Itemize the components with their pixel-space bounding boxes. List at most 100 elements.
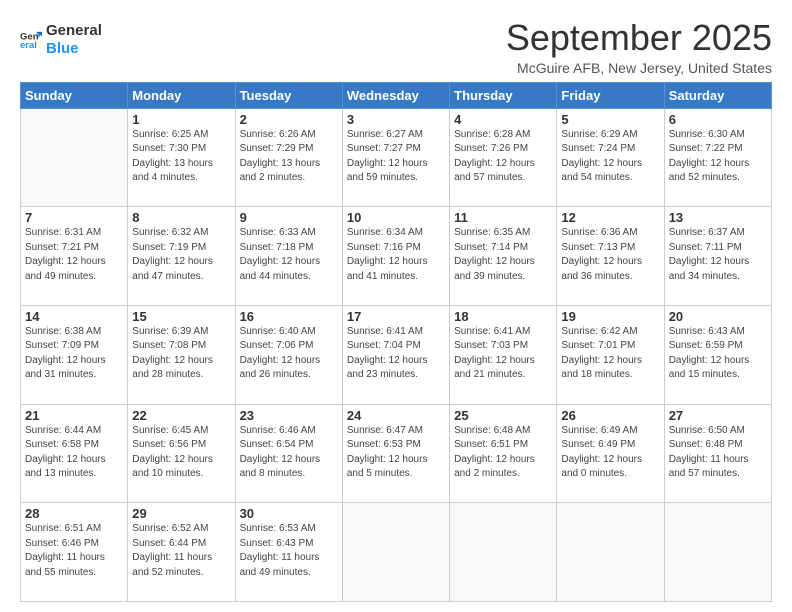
location: McGuire AFB, New Jersey, United States (506, 60, 772, 76)
table-row: 21Sunrise: 6:44 AMSunset: 6:58 PMDayligh… (21, 404, 128, 503)
table-row: 1Sunrise: 6:25 AMSunset: 7:30 PMDaylight… (128, 108, 235, 207)
day-info: Sunrise: 6:35 AMSunset: 7:14 PMDaylight:… (454, 226, 552, 284)
day-info: Sunrise: 6:46 AMSunset: 6:54 PMDaylight:… (240, 424, 338, 482)
table-row (557, 503, 664, 602)
day-info: Sunrise: 6:40 AMSunset: 7:06 PMDaylight:… (240, 325, 338, 383)
day-number: 1 (132, 112, 230, 127)
top-section: Gen eral General Blue September 2025 McG… (20, 18, 772, 76)
day-info: Sunrise: 6:32 AMSunset: 7:19 PMDaylight:… (132, 226, 230, 284)
day-number: 28 (25, 506, 123, 521)
day-number: 29 (132, 506, 230, 521)
table-row: 9Sunrise: 6:33 AMSunset: 7:18 PMDaylight… (235, 207, 342, 306)
day-info: Sunrise: 6:53 AMSunset: 6:43 PMDaylight:… (240, 522, 338, 580)
header-right: September 2025 McGuire AFB, New Jersey, … (506, 18, 772, 76)
table-row: 17Sunrise: 6:41 AMSunset: 7:04 PMDayligh… (342, 305, 449, 404)
day-number: 17 (347, 309, 445, 324)
day-number: 4 (454, 112, 552, 127)
col-tuesday: Tuesday (235, 82, 342, 108)
day-info: Sunrise: 6:47 AMSunset: 6:53 PMDaylight:… (347, 424, 445, 482)
month-title: September 2025 (506, 18, 772, 58)
day-number: 23 (240, 408, 338, 423)
col-thursday: Thursday (450, 82, 557, 108)
table-row: 6Sunrise: 6:30 AMSunset: 7:22 PMDaylight… (664, 108, 771, 207)
col-monday: Monday (128, 82, 235, 108)
table-row: 11Sunrise: 6:35 AMSunset: 7:14 PMDayligh… (450, 207, 557, 306)
day-info: Sunrise: 6:49 AMSunset: 6:49 PMDaylight:… (561, 424, 659, 482)
day-info: Sunrise: 6:28 AMSunset: 7:26 PMDaylight:… (454, 128, 552, 186)
table-row (21, 108, 128, 207)
table-row (342, 503, 449, 602)
day-info: Sunrise: 6:45 AMSunset: 6:56 PMDaylight:… (132, 424, 230, 482)
table-row: 29Sunrise: 6:52 AMSunset: 6:44 PMDayligh… (128, 503, 235, 602)
day-number: 21 (25, 408, 123, 423)
day-info: Sunrise: 6:33 AMSunset: 7:18 PMDaylight:… (240, 226, 338, 284)
day-number: 12 (561, 210, 659, 225)
day-info: Sunrise: 6:41 AMSunset: 7:04 PMDaylight:… (347, 325, 445, 383)
table-row: 2Sunrise: 6:26 AMSunset: 7:29 PMDaylight… (235, 108, 342, 207)
svg-text:eral: eral (20, 40, 37, 51)
table-row: 5Sunrise: 6:29 AMSunset: 7:24 PMDaylight… (557, 108, 664, 207)
day-number: 15 (132, 309, 230, 324)
day-number: 18 (454, 309, 552, 324)
day-info: Sunrise: 6:30 AMSunset: 7:22 PMDaylight:… (669, 128, 767, 186)
day-number: 16 (240, 309, 338, 324)
day-info: Sunrise: 6:26 AMSunset: 7:29 PMDaylight:… (240, 128, 338, 186)
table-row: 23Sunrise: 6:46 AMSunset: 6:54 PMDayligh… (235, 404, 342, 503)
table-row: 10Sunrise: 6:34 AMSunset: 7:16 PMDayligh… (342, 207, 449, 306)
day-number: 8 (132, 210, 230, 225)
table-row: 7Sunrise: 6:31 AMSunset: 7:21 PMDaylight… (21, 207, 128, 306)
table-row: 20Sunrise: 6:43 AMSunset: 6:59 PMDayligh… (664, 305, 771, 404)
table-row: 24Sunrise: 6:47 AMSunset: 6:53 PMDayligh… (342, 404, 449, 503)
day-number: 22 (132, 408, 230, 423)
day-info: Sunrise: 6:41 AMSunset: 7:03 PMDaylight:… (454, 325, 552, 383)
calendar-table: Sunday Monday Tuesday Wednesday Thursday… (20, 82, 772, 602)
day-number: 2 (240, 112, 338, 127)
table-row: 4Sunrise: 6:28 AMSunset: 7:26 PMDaylight… (450, 108, 557, 207)
logo-text-general: General (46, 22, 102, 40)
day-number: 26 (561, 408, 659, 423)
table-row: 26Sunrise: 6:49 AMSunset: 6:49 PMDayligh… (557, 404, 664, 503)
day-info: Sunrise: 6:36 AMSunset: 7:13 PMDaylight:… (561, 226, 659, 284)
table-row: 12Sunrise: 6:36 AMSunset: 7:13 PMDayligh… (557, 207, 664, 306)
logo: Gen eral General Blue (20, 22, 102, 58)
day-number: 3 (347, 112, 445, 127)
day-number: 24 (347, 408, 445, 423)
day-number: 9 (240, 210, 338, 225)
table-row: 8Sunrise: 6:32 AMSunset: 7:19 PMDaylight… (128, 207, 235, 306)
day-number: 30 (240, 506, 338, 521)
table-row: 13Sunrise: 6:37 AMSunset: 7:11 PMDayligh… (664, 207, 771, 306)
day-info: Sunrise: 6:37 AMSunset: 7:11 PMDaylight:… (669, 226, 767, 284)
day-info: Sunrise: 6:43 AMSunset: 6:59 PMDaylight:… (669, 325, 767, 383)
page: Gen eral General Blue September 2025 McG… (0, 0, 792, 612)
day-number: 25 (454, 408, 552, 423)
day-info: Sunrise: 6:34 AMSunset: 7:16 PMDaylight:… (347, 226, 445, 284)
day-number: 13 (669, 210, 767, 225)
day-info: Sunrise: 6:39 AMSunset: 7:08 PMDaylight:… (132, 325, 230, 383)
logo-icon: Gen eral (20, 29, 42, 51)
day-info: Sunrise: 6:25 AMSunset: 7:30 PMDaylight:… (132, 128, 230, 186)
table-row: 18Sunrise: 6:41 AMSunset: 7:03 PMDayligh… (450, 305, 557, 404)
day-number: 19 (561, 309, 659, 324)
table-row: 16Sunrise: 6:40 AMSunset: 7:06 PMDayligh… (235, 305, 342, 404)
day-number: 10 (347, 210, 445, 225)
day-info: Sunrise: 6:52 AMSunset: 6:44 PMDaylight:… (132, 522, 230, 580)
day-info: Sunrise: 6:44 AMSunset: 6:58 PMDaylight:… (25, 424, 123, 482)
table-row: 28Sunrise: 6:51 AMSunset: 6:46 PMDayligh… (21, 503, 128, 602)
day-info: Sunrise: 6:42 AMSunset: 7:01 PMDaylight:… (561, 325, 659, 383)
day-number: 5 (561, 112, 659, 127)
day-info: Sunrise: 6:31 AMSunset: 7:21 PMDaylight:… (25, 226, 123, 284)
day-number: 7 (25, 210, 123, 225)
table-row: 3Sunrise: 6:27 AMSunset: 7:27 PMDaylight… (342, 108, 449, 207)
calendar-header-row: Sunday Monday Tuesday Wednesday Thursday… (21, 82, 772, 108)
table-row: 15Sunrise: 6:39 AMSunset: 7:08 PMDayligh… (128, 305, 235, 404)
table-row: 30Sunrise: 6:53 AMSunset: 6:43 PMDayligh… (235, 503, 342, 602)
day-number: 20 (669, 309, 767, 324)
day-number: 6 (669, 112, 767, 127)
day-info: Sunrise: 6:48 AMSunset: 6:51 PMDaylight:… (454, 424, 552, 482)
day-number: 11 (454, 210, 552, 225)
table-row (664, 503, 771, 602)
day-number: 14 (25, 309, 123, 324)
day-info: Sunrise: 6:27 AMSunset: 7:27 PMDaylight:… (347, 128, 445, 186)
table-row (450, 503, 557, 602)
table-row: 25Sunrise: 6:48 AMSunset: 6:51 PMDayligh… (450, 404, 557, 503)
